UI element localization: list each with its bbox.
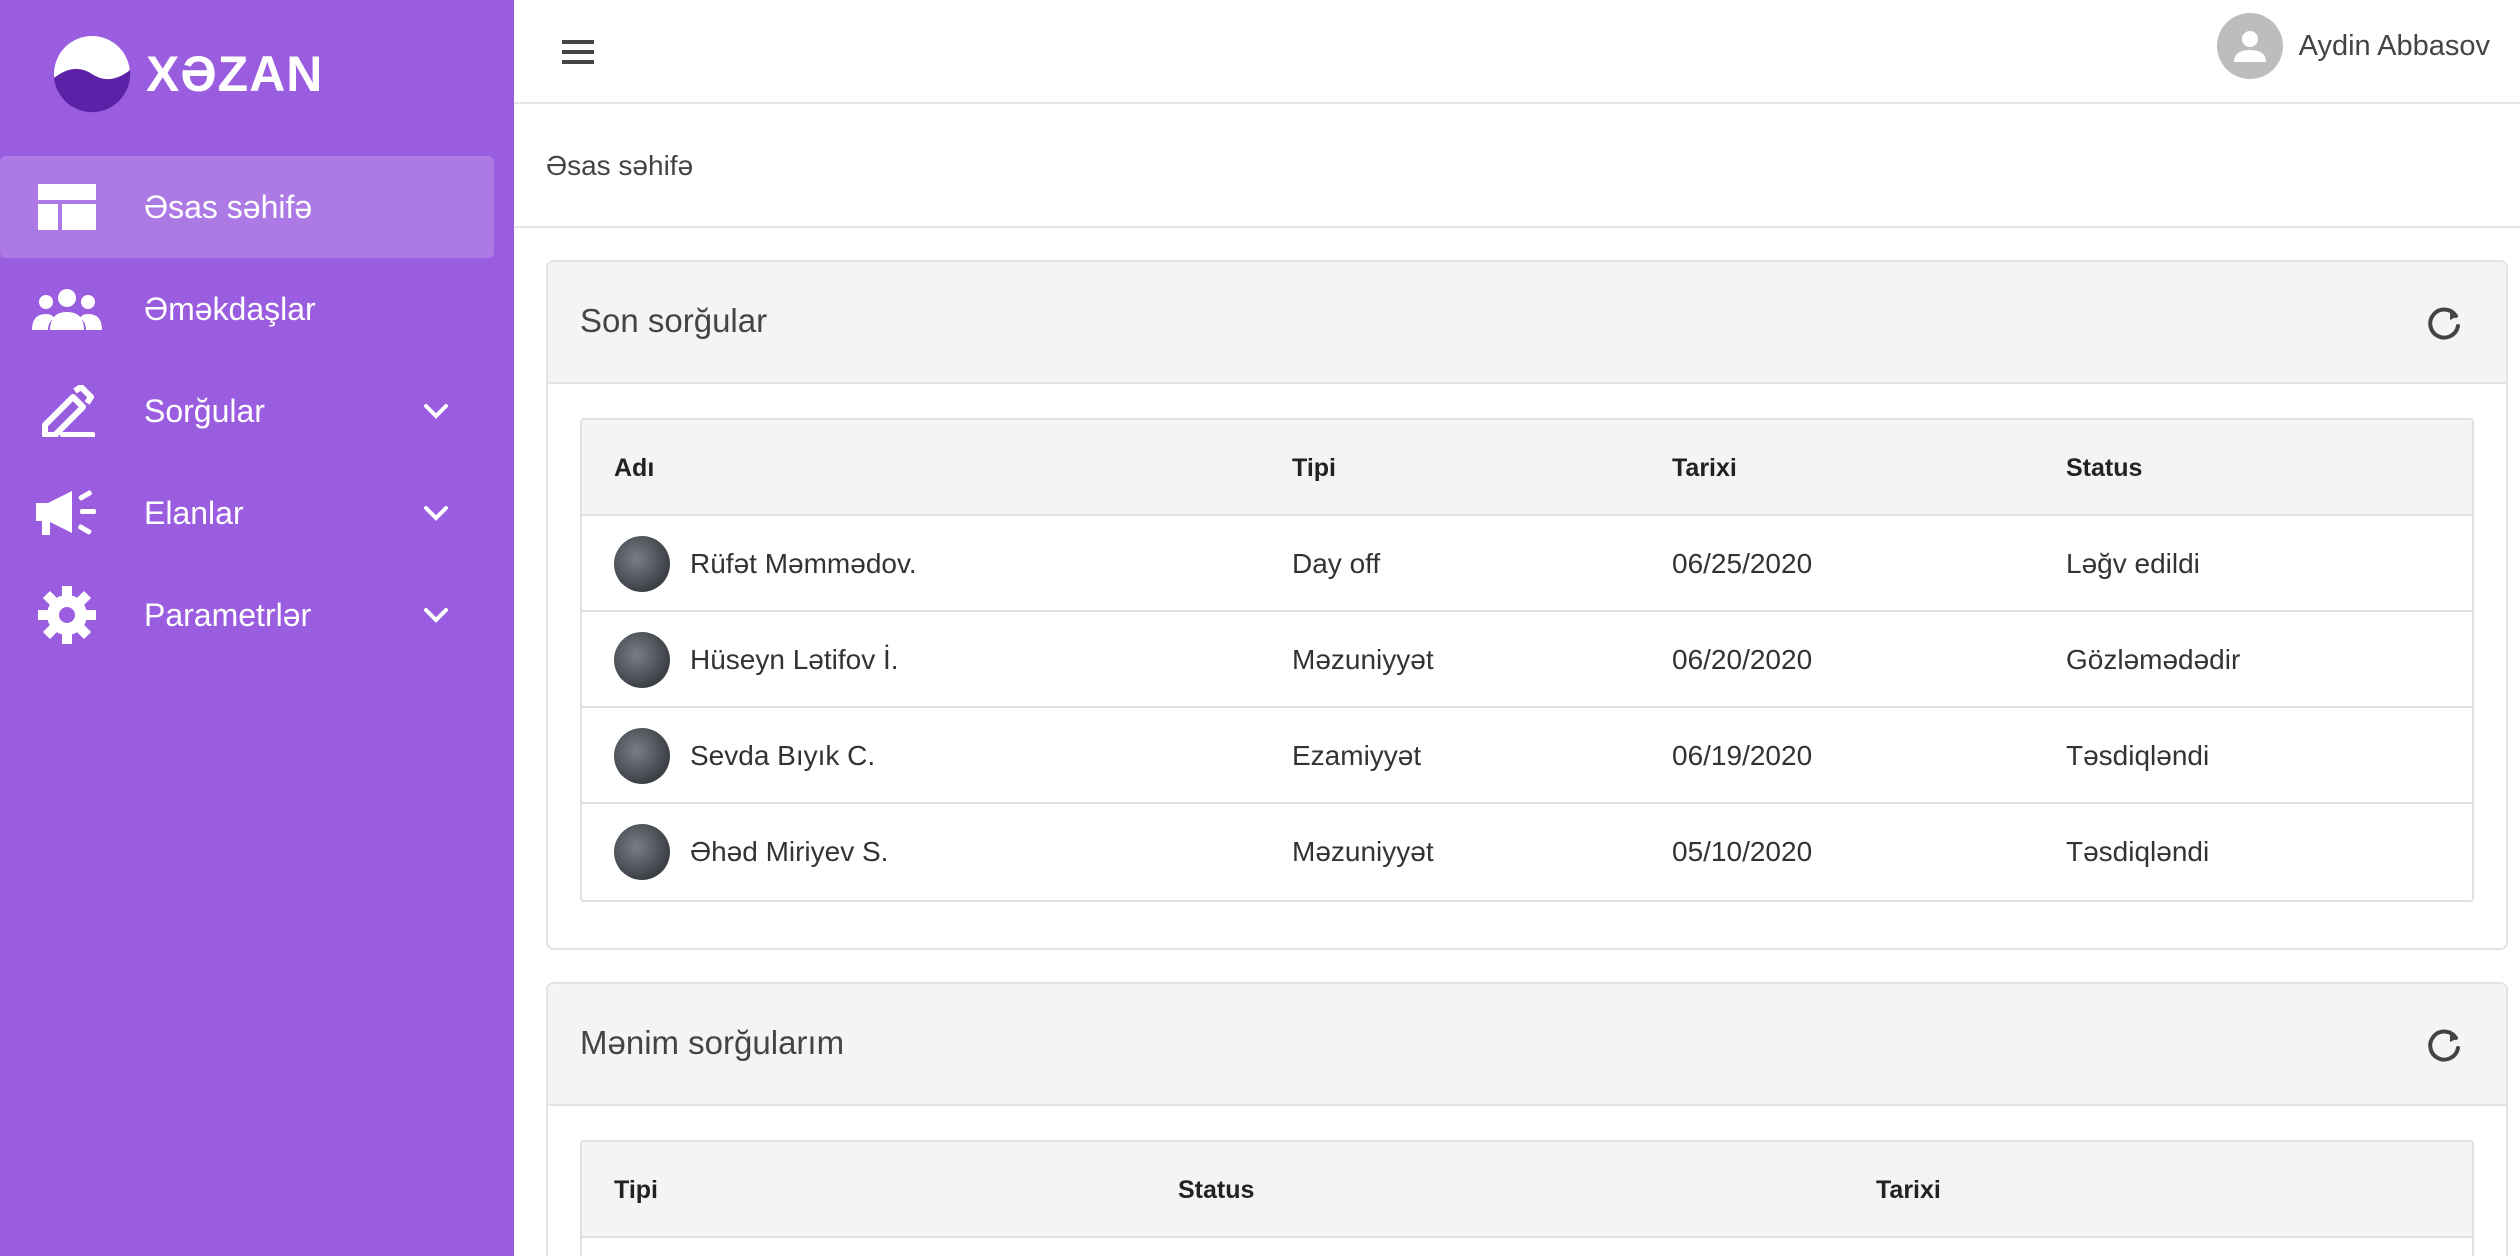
chevron-down-icon[interactable] (416, 595, 456, 635)
my-requests-table: Tipi Status Tarixi (580, 1140, 2474, 1256)
sidebar-item-label: Əsas səhifə (144, 188, 313, 225)
cell-type: Ezamiyyət (1292, 740, 1422, 771)
card-title: Son sorğular (580, 302, 768, 339)
cell-status: Təsdiqləndi (2066, 836, 2210, 867)
logo-mark-icon (54, 36, 131, 113)
recent-requests-table: Adı Tipi Tarixi Status Rüfət Məmmədov. D… (580, 418, 2474, 902)
chevron-down-icon[interactable] (416, 493, 456, 533)
avatar (614, 824, 670, 880)
column-header-date[interactable]: Tarixi (1672, 454, 1737, 483)
cell-date: 06/19/2020 (1672, 740, 1813, 771)
sidebar-item-settings[interactable]: Parametrlər (0, 564, 494, 666)
megaphone-icon (32, 478, 102, 548)
breadcrumb-bar: Əsas səhifə (514, 104, 2520, 228)
sidebar-item-requests[interactable]: Sorğular (0, 360, 494, 462)
sidebar-item-dashboard[interactable]: Əsas səhifə (0, 156, 494, 258)
recent-requests-card: Son sorğular Adı Tipi Tarixi Status Rüfə… (546, 260, 2508, 950)
cell-type: Məzuniyyət (1292, 644, 1434, 675)
refresh-icon[interactable] (2422, 302, 2466, 346)
edit-icon (32, 376, 102, 446)
column-header-name[interactable]: Adı (614, 454, 654, 483)
sidebar-item-label: Sorğular (144, 392, 265, 429)
cell-name: Sevda Bıyık C. (690, 740, 876, 771)
chevron-down-icon[interactable] (416, 391, 456, 431)
cell-status: Gözləmədədir (2066, 644, 2241, 675)
dashboard-icon (32, 172, 102, 242)
avatar (614, 536, 670, 592)
card-title: Mənim sorğularım (580, 1024, 845, 1061)
brand-name: XƏZAN (146, 46, 324, 102)
card-header: Son sorğular (548, 262, 2506, 384)
refresh-icon[interactable] (2422, 1024, 2466, 1068)
table-row[interactable]: Hüseyn Lətifov İ. Məzuniyyət 06/20/2020 … (582, 612, 2472, 708)
sidebar: XƏZAN Əsas səhifə Əməkdaşlar Sorğular El… (0, 0, 514, 1256)
column-header-status[interactable]: Status (1178, 1176, 1254, 1205)
user-avatar-icon (2216, 13, 2283, 79)
user-name: Aydin Abbasov (2298, 29, 2490, 62)
table-row[interactable]: Əhəd Miriyev S. Məzuniyyət 05/10/2020 Tə… (582, 804, 2472, 900)
card-header: Mənim sorğularım (548, 984, 2506, 1106)
column-header-type[interactable]: Tipi (1292, 454, 1336, 483)
column-header-type[interactable]: Tipi (614, 1176, 658, 1205)
sidebar-item-label: Parametrlər (144, 596, 312, 633)
sidebar-item-announcements[interactable]: Elanlar (0, 462, 494, 564)
logo[interactable]: XƏZAN (52, 34, 323, 114)
cell-type: Day off (1292, 548, 1381, 579)
column-header-status[interactable]: Status (2066, 454, 2142, 483)
table-row[interactable]: Rüfət Məmmədov. Day off 06/25/2020 Ləğv … (582, 516, 2472, 612)
cell-date: 06/25/2020 (1672, 548, 1813, 579)
table-header: Tipi Status Tarixi (582, 1142, 2472, 1238)
table-row[interactable]: Sevda Bıyık C. Ezamiyyət 06/19/2020 Təsd… (582, 708, 2472, 804)
avatar (614, 632, 670, 688)
table-header: Adı Tipi Tarixi Status (582, 420, 2472, 516)
top-bar: Aydin Abbasov (514, 0, 2520, 104)
cell-name: Hüseyn Lətifov İ. (690, 644, 899, 675)
sidebar-item-label: Əməkdaşlar (144, 290, 316, 327)
menu-icon[interactable] (554, 28, 602, 76)
my-requests-card: Mənim sorğularım Tipi Status Tarixi (546, 982, 2508, 1256)
people-icon (32, 274, 102, 344)
cell-name: Əhəd Miriyev S. (690, 836, 889, 867)
avatar (614, 728, 670, 784)
cell-status: Ləğv edildi (2066, 548, 2200, 579)
sidebar-item-label: Elanlar (144, 494, 244, 531)
cell-type: Məzuniyyət (1292, 836, 1434, 867)
breadcrumb: Əsas səhifə (546, 150, 694, 181)
cell-status: Təsdiqləndi (2066, 740, 2210, 771)
user-menu[interactable]: Aydin Abbasov (2216, 12, 2490, 80)
sidebar-item-employees[interactable]: Əməkdaşlar (0, 258, 494, 360)
cell-date: 06/20/2020 (1672, 644, 1813, 675)
gear-icon (32, 580, 102, 650)
cell-date: 05/10/2020 (1672, 836, 1813, 867)
cell-name: Rüfət Məmmədov. (690, 548, 917, 579)
column-header-date[interactable]: Tarixi (1876, 1176, 1941, 1205)
